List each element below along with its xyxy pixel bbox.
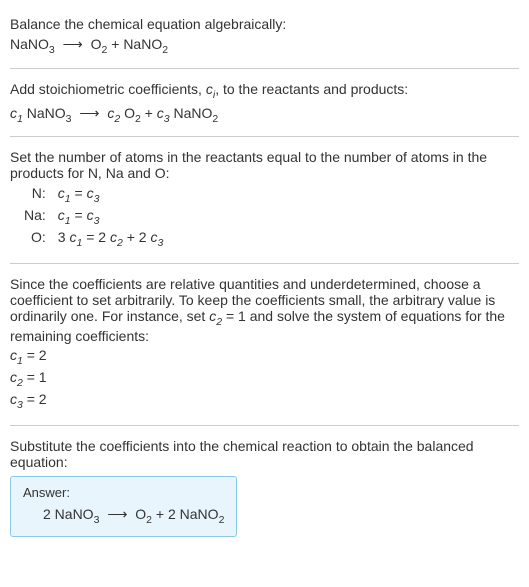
answer-label: Answer: bbox=[23, 485, 224, 500]
eq: = bbox=[71, 185, 87, 201]
pre: 3 bbox=[58, 229, 70, 245]
answer-box: Answer: 2 NaNO3 ⟶ O2 + 2 NaNO2 bbox=[10, 476, 237, 537]
coeff-line: c3 = 2 bbox=[10, 390, 519, 412]
text: , to the reactants and products: bbox=[215, 81, 408, 97]
equation-unbalanced: NaNO3 ⟶ O2 + NaNO2 bbox=[10, 36, 519, 56]
plus: + bbox=[152, 506, 168, 522]
sub: 2 bbox=[212, 112, 218, 124]
divider bbox=[10, 425, 519, 426]
pre: 2 bbox=[98, 229, 110, 245]
equation: 3 c1 = 2 c2 + 2 c3 bbox=[54, 229, 168, 249]
section-balance: Set the number of atoms in the reactants… bbox=[10, 141, 519, 258]
equation-with-coeffs: c1 NaNO3 ⟶ c2 O2 + c3 NaNO2 bbox=[10, 105, 519, 125]
balance-row-o: O: 3 c1 = 2 c2 + 2 c3 bbox=[20, 229, 167, 249]
c: c bbox=[10, 369, 17, 385]
c: c1 bbox=[58, 207, 71, 223]
divider bbox=[10, 136, 519, 137]
c: c1 bbox=[69, 229, 82, 245]
c: c3 bbox=[150, 229, 163, 245]
c: c3 bbox=[10, 391, 23, 407]
sub: 3 bbox=[94, 215, 100, 227]
c: c bbox=[206, 81, 213, 97]
eq: = bbox=[71, 207, 87, 223]
val: = 1 bbox=[222, 308, 246, 324]
coeff: c1 bbox=[10, 105, 23, 121]
c: c bbox=[87, 207, 94, 223]
arrow-icon: ⟶ bbox=[103, 506, 131, 522]
intro-text: Substitute the coefficients into the che… bbox=[10, 438, 519, 470]
c: c bbox=[58, 207, 65, 223]
text: Add stoichiometric coefficients, bbox=[10, 81, 206, 97]
section-intro: Balance the chemical equation algebraica… bbox=[10, 8, 519, 64]
balanced-equation: 2 NaNO3 ⟶ O2 + 2 NaNO2 bbox=[23, 506, 224, 526]
balance-table: N: c1 = c3 Na: c1 = c3 O: 3 c1 = 2 c2 + … bbox=[18, 183, 169, 250]
plus: + bbox=[141, 105, 157, 121]
balance-row-n: N: c1 = c3 bbox=[20, 185, 167, 205]
section-solve: Since the coefficients are relative quan… bbox=[10, 268, 519, 421]
product: O bbox=[135, 506, 146, 522]
product: O bbox=[120, 105, 135, 121]
divider bbox=[10, 263, 519, 264]
coefficient-values: c1 = 2 c2 = 1 c3 = 2 bbox=[10, 346, 519, 413]
equation: c1 = c3 bbox=[54, 185, 168, 205]
coeff-line: c1 = 2 bbox=[10, 346, 519, 368]
c: c bbox=[10, 391, 17, 407]
reactant: NaNO bbox=[10, 36, 49, 52]
c: c bbox=[58, 185, 65, 201]
coeff: c2 bbox=[107, 105, 120, 121]
product: 2 NaNO bbox=[168, 506, 219, 522]
coeff: c3 bbox=[157, 105, 170, 121]
c: c3 bbox=[87, 207, 100, 223]
rest: = 2 bbox=[23, 391, 47, 407]
section-answer: Substitute the coefficients into the che… bbox=[10, 430, 519, 545]
c: c2 bbox=[209, 308, 222, 324]
c: c bbox=[10, 347, 17, 363]
product: NaNO bbox=[123, 36, 162, 52]
intro-text: Set the number of atoms in the reactants… bbox=[10, 149, 519, 181]
arrow-icon: ⟶ bbox=[75, 105, 103, 121]
sub: 3 bbox=[49, 44, 55, 56]
eq: = bbox=[82, 229, 98, 245]
section-coefficients: Add stoichiometric coefficients, ci, to … bbox=[10, 73, 519, 133]
rest: = 2 bbox=[23, 347, 47, 363]
c: c1 bbox=[10, 347, 23, 363]
sub: 3 bbox=[94, 193, 100, 205]
intro-text: Balance the chemical equation algebraica… bbox=[10, 16, 519, 32]
element-label: Na: bbox=[20, 207, 52, 227]
equation: c1 = c3 bbox=[54, 207, 168, 227]
ci-symbol: ci bbox=[206, 81, 215, 97]
sub: 3 bbox=[94, 514, 100, 526]
plus: + bbox=[107, 36, 123, 52]
product: NaNO bbox=[170, 105, 213, 121]
intro-text: Add stoichiometric coefficients, ci, to … bbox=[10, 81, 519, 101]
c: c3 bbox=[87, 185, 100, 201]
rest: = 1 bbox=[23, 369, 47, 385]
c: c2 bbox=[10, 369, 23, 385]
divider bbox=[10, 68, 519, 69]
plus: + bbox=[123, 229, 139, 245]
reactant: NaNO bbox=[23, 105, 66, 121]
c: c bbox=[110, 229, 117, 245]
reactant: 2 NaNO bbox=[43, 506, 94, 522]
c: c1 bbox=[58, 185, 71, 201]
sub: 2 bbox=[219, 514, 225, 526]
c: c2 bbox=[110, 229, 123, 245]
intro-text: Since the coefficients are relative quan… bbox=[10, 276, 519, 344]
balance-row-na: Na: c1 = c3 bbox=[20, 207, 167, 227]
sub: 3 bbox=[157, 237, 163, 249]
coeff-line: c2 = 1 bbox=[10, 368, 519, 390]
arrow-icon: ⟶ bbox=[59, 36, 87, 52]
element-label: N: bbox=[20, 185, 52, 205]
sub: 2 bbox=[162, 44, 168, 56]
sub: 3 bbox=[66, 112, 72, 124]
c: c bbox=[157, 105, 164, 121]
c: c bbox=[87, 185, 94, 201]
pre: 2 bbox=[139, 229, 151, 245]
product: O bbox=[91, 36, 102, 52]
c: c bbox=[10, 105, 17, 121]
element-label: O: bbox=[20, 229, 52, 249]
